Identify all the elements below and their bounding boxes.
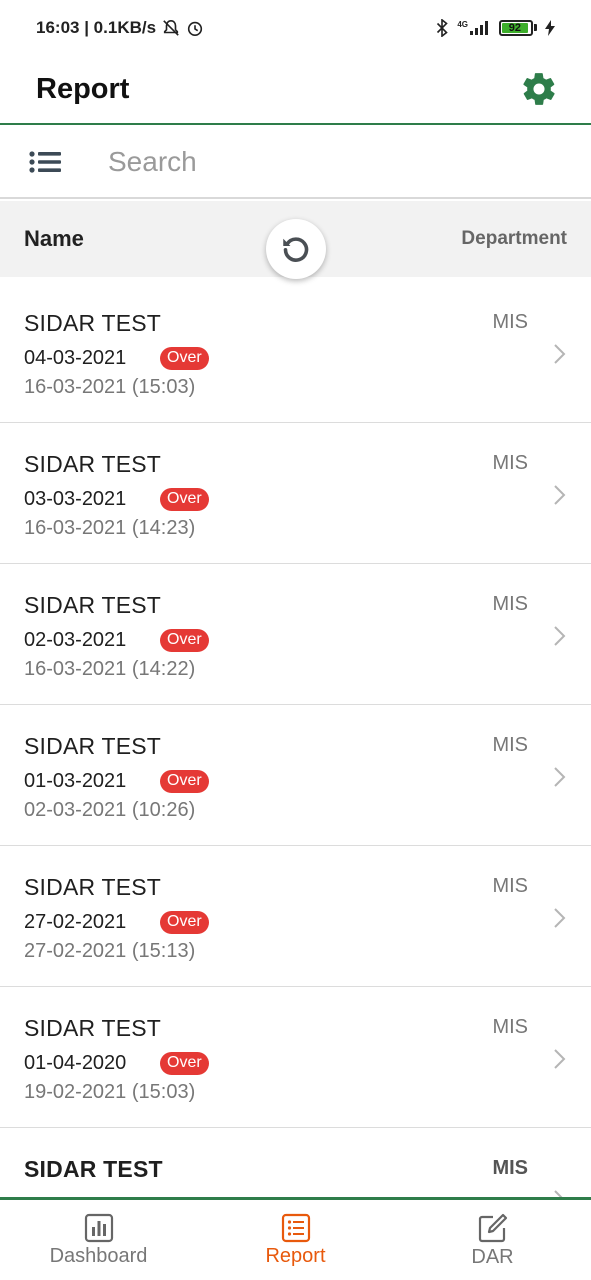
row-name: SIDAR TEST [24, 310, 162, 336]
list-item[interactable]: SIDAR TEST MIS [0, 1128, 591, 1198]
bluetooth-icon [435, 18, 449, 37]
chevron-right-icon [554, 485, 566, 505]
list-item[interactable]: SIDAR TEST MIS 27-02-2021 Over 27-02-2021… [0, 846, 591, 987]
settings-button[interactable] [519, 69, 559, 109]
nav-label: Report [265, 1244, 326, 1267]
list-icon [29, 151, 61, 173]
gear-icon [523, 73, 555, 105]
refresh-button[interactable] [266, 219, 326, 279]
status-time: 16:03 | 0.1KB/s [36, 17, 157, 37]
row-department: MIS [492, 311, 528, 333]
row-date: 04-03-2021 [24, 346, 127, 369]
row-name: SIDAR TEST [24, 1156, 163, 1182]
row-date: 02-03-2021 [24, 628, 127, 651]
alarm-icon [186, 19, 204, 37]
row-department: MIS [492, 1016, 528, 1038]
filter-list-button[interactable] [0, 126, 90, 198]
row-date: 27-02-2021 [24, 910, 127, 933]
row-date: 01-03-2021 [24, 769, 127, 792]
nav-label: Dashboard [49, 1244, 148, 1267]
search-bar [0, 127, 591, 199]
battery-level: 92 [502, 22, 528, 34]
silent-bell-icon [162, 19, 180, 37]
list-item[interactable]: SIDAR TEST MIS 01-04-2020 Over 19-02-2021… [0, 987, 591, 1128]
row-updated: 19-02-2021 (15:03) [24, 1081, 196, 1103]
row-name: SIDAR TEST [24, 733, 162, 759]
status-bar: 16:03 | 0.1KB/s 4G 92 [0, 0, 591, 55]
list-box-icon [281, 1213, 310, 1242]
chevron-right-icon [554, 908, 566, 928]
report-list: SIDAR TEST MIS 04-03-2021 Over 16-03-2021… [0, 282, 591, 1198]
chevron-right-icon [554, 767, 566, 787]
row-updated: 16-03-2021 (14:22) [24, 658, 196, 680]
status-badge: Over [160, 910, 209, 934]
chevron-right-icon [554, 626, 566, 646]
row-date: 01-04-2020 [24, 1051, 127, 1074]
nav-dashboard[interactable]: Dashboard [0, 1200, 197, 1280]
row-date: 03-03-2021 [24, 487, 127, 510]
status-left: 16:03 | 0.1KB/s [36, 18, 204, 38]
list-item[interactable]: SIDAR TEST MIS 04-03-2021 Over 16-03-2021… [0, 282, 591, 423]
battery-icon: 92 [499, 19, 537, 36]
row-department: MIS [492, 1157, 528, 1179]
status-badge: Over [160, 346, 209, 370]
row-updated: 02-03-2021 (10:26) [24, 799, 196, 821]
signal-icon: 4G [457, 20, 491, 36]
charging-icon [545, 19, 555, 36]
status-badge: Over [160, 1051, 209, 1075]
status-badge: Over [160, 628, 209, 652]
row-updated: 16-03-2021 (15:03) [24, 376, 196, 398]
edit-icon [478, 1213, 507, 1242]
list-item[interactable]: SIDAR TEST MIS 02-03-2021 Over 16-03-2021… [0, 564, 591, 705]
column-header-name: Name [24, 226, 84, 251]
nav-dar[interactable]: DAR [394, 1200, 591, 1280]
row-department: MIS [492, 734, 528, 756]
nav-label: DAR [471, 1245, 514, 1268]
row-department: MIS [492, 875, 528, 897]
list-item[interactable]: SIDAR TEST MIS 01-03-2021 Over 02-03-2021… [0, 705, 591, 846]
bottom-nav: Dashboard Report DAR [0, 1197, 591, 1280]
status-right: 4G 92 [435, 18, 555, 37]
chevron-right-icon [554, 1049, 566, 1069]
status-badge: Over [160, 769, 209, 793]
search-input[interactable] [108, 146, 568, 178]
row-department: MIS [492, 593, 528, 615]
column-header-department: Department [461, 228, 567, 249]
row-department: MIS [492, 452, 528, 474]
page-title: Report [36, 72, 130, 105]
row-name: SIDAR TEST [24, 592, 162, 618]
row-name: SIDAR TEST [24, 1015, 162, 1041]
row-updated: 27-02-2021 (15:13) [24, 940, 196, 962]
row-name: SIDAR TEST [24, 451, 162, 477]
chevron-right-icon [554, 344, 566, 364]
bar-chart-icon [84, 1213, 113, 1242]
network-label: 4G [457, 19, 468, 29]
refresh-icon [283, 237, 309, 262]
status-badge: Over [160, 487, 209, 511]
nav-report[interactable]: Report [197, 1200, 394, 1280]
app-bar: Report [0, 55, 591, 125]
row-name: SIDAR TEST [24, 874, 162, 900]
list-item[interactable]: SIDAR TEST MIS 03-03-2021 Over 16-03-2021… [0, 423, 591, 564]
row-updated: 16-03-2021 (14:23) [24, 517, 196, 539]
